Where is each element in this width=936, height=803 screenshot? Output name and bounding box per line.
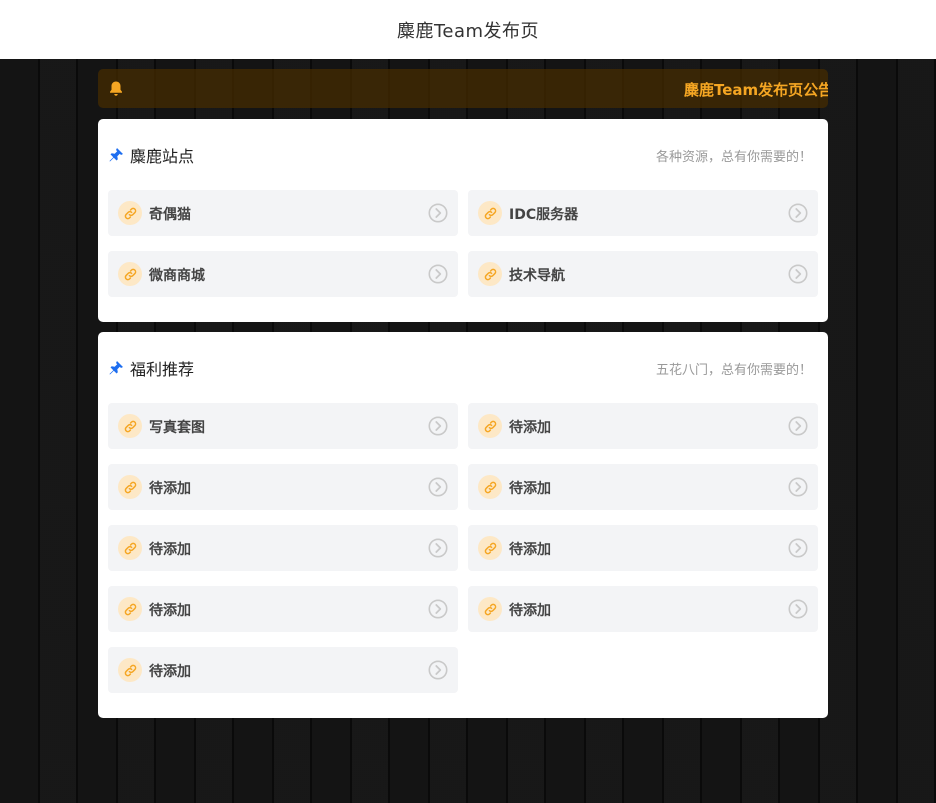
link-icon <box>118 597 142 621</box>
chevron-right-circle-icon <box>428 477 448 497</box>
chevron-right-circle-icon <box>788 416 808 436</box>
link-item-placeholder[interactable]: 待添加 <box>108 464 458 510</box>
link-label: 奇偶猫 <box>149 207 191 223</box>
chevron-right-circle-icon <box>788 477 808 497</box>
link-label: 待添加 <box>149 603 191 619</box>
link-label: 待添加 <box>149 481 191 497</box>
pin-icon <box>109 361 123 375</box>
link-label: 待添加 <box>509 481 551 497</box>
chevron-right-circle-icon <box>428 264 448 284</box>
section-subtitle: 各种资源，总有你需要的！ <box>655 149 812 165</box>
link-label: 待添加 <box>509 542 551 558</box>
link-label: 待添加 <box>149 664 191 680</box>
link-icon <box>478 414 502 438</box>
link-label: 技术导航 <box>509 268 565 284</box>
link-label: 待添加 <box>149 542 191 558</box>
link-item-placeholder[interactable]: 待添加 <box>108 586 458 632</box>
link-icon <box>478 536 502 560</box>
link-item-qiouomao[interactable]: 奇偶猫 <box>108 190 458 236</box>
section-recommend: 福利推荐 五花八门，总有你需要的！ 写真套图 待添加 待添加 待添加 待添加 待… <box>98 332 828 718</box>
link-item-placeholder[interactable]: 待添加 <box>468 586 818 632</box>
link-label: 写真套图 <box>149 420 205 436</box>
chevron-right-circle-icon <box>428 203 448 223</box>
link-icon <box>118 658 142 682</box>
link-icon <box>118 201 142 225</box>
link-icon <box>118 262 142 286</box>
chevron-right-circle-icon <box>428 538 448 558</box>
link-icon <box>118 536 142 560</box>
link-item-placeholder[interactable]: 待添加 <box>108 647 458 693</box>
link-label: 待添加 <box>509 603 551 619</box>
chevron-right-circle-icon <box>788 538 808 558</box>
link-item-placeholder[interactable]: 待添加 <box>468 464 818 510</box>
link-icon <box>478 201 502 225</box>
link-icon <box>478 475 502 499</box>
chevron-right-circle-icon <box>788 203 808 223</box>
link-icon <box>478 597 502 621</box>
bell-icon <box>110 81 122 96</box>
section-header: 福利推荐 五花八门，总有你需要的！ <box>108 356 812 380</box>
notice-text: 麋鹿Team发布页公告 <box>684 81 828 99</box>
section-subtitle: 五花八门，总有你需要的！ <box>655 362 812 378</box>
link-item-placeholder[interactable]: 待添加 <box>468 525 818 571</box>
chevron-right-circle-icon <box>788 264 808 284</box>
link-icon <box>118 475 142 499</box>
link-label: 待添加 <box>509 420 551 436</box>
link-icon <box>118 414 142 438</box>
link-item-tech-nav[interactable]: 技术导航 <box>468 251 818 297</box>
chevron-right-circle-icon <box>428 416 448 436</box>
section-header: 麋鹿站点 各种资源，总有你需要的！ <box>108 143 812 167</box>
link-item-weishang-mall[interactable]: 微商商城 <box>108 251 458 297</box>
link-item-placeholder[interactable]: 待添加 <box>108 525 458 571</box>
page-title: 麋鹿Team发布页 <box>396 20 540 42</box>
chevron-right-circle-icon <box>428 660 448 680</box>
link-label: IDC服务器 <box>509 207 579 223</box>
link-item-idc-server[interactable]: IDC服务器 <box>468 190 818 236</box>
link-item-placeholder[interactable]: 待添加 <box>468 403 818 449</box>
section-sites: 麋鹿站点 各种资源，总有你需要的！ 奇偶猫 IDC服务器 微商商城 技术导航 <box>98 119 828 322</box>
notice-bar: 麋鹿Team发布页公告 <box>98 69 828 108</box>
link-label: 微商商城 <box>149 268 205 284</box>
pin-icon <box>109 148 123 162</box>
header-bar: 麋鹿Team发布页 <box>0 0 936 59</box>
link-icon <box>478 262 502 286</box>
chevron-right-circle-icon <box>428 599 448 619</box>
section-title: 麋鹿站点 <box>130 147 195 166</box>
link-item-photo-sets[interactable]: 写真套图 <box>108 403 458 449</box>
chevron-right-circle-icon <box>788 599 808 619</box>
section-title: 福利推荐 <box>130 360 195 379</box>
